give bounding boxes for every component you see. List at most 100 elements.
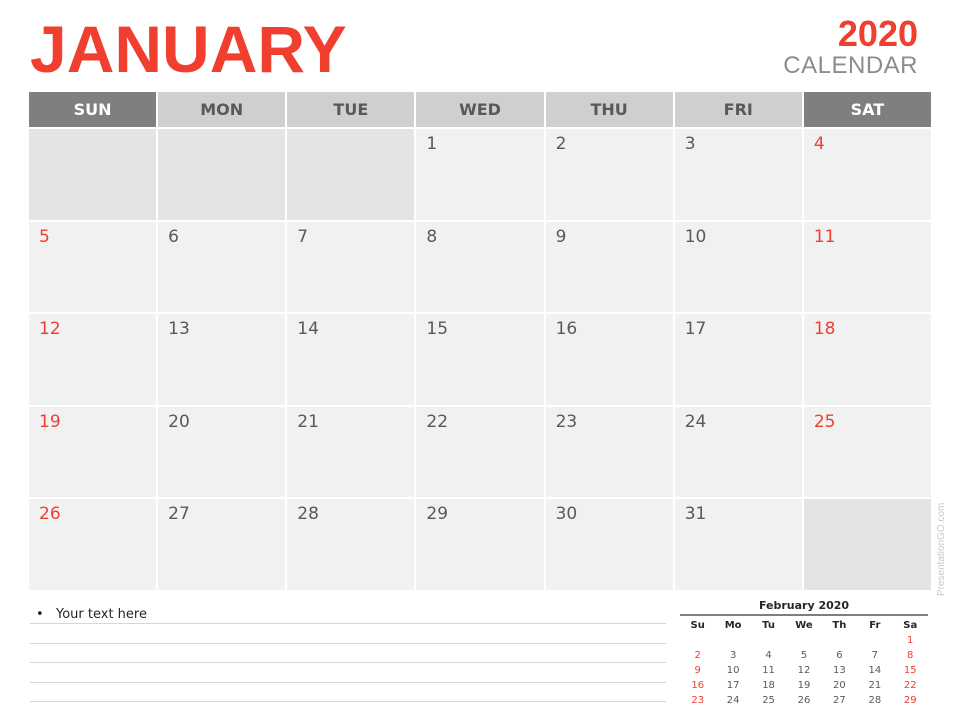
mini-day: 4: [765, 650, 772, 661]
day-number: 2: [555, 134, 567, 154]
day-cell[interactable]: 20: [158, 406, 288, 498]
mini-day: 8: [907, 650, 914, 661]
day-cell[interactable]: 10: [674, 221, 804, 313]
day-number: 19: [39, 411, 61, 432]
day-number: 31: [684, 504, 707, 525]
mini-day: 25: [762, 695, 775, 706]
mini-week-row: 1: [680, 633, 928, 648]
day-cell[interactable]: 31: [674, 499, 804, 590]
mini-day: 26: [797, 695, 811, 706]
day-cell[interactable]: 4: [803, 129, 931, 220]
mini-day: 24: [726, 695, 740, 706]
day-cell[interactable]: 25: [803, 406, 931, 498]
weekday-header-sat: SAT: [803, 92, 931, 127]
day-number: 26: [39, 504, 61, 525]
day-number: 17: [684, 319, 707, 340]
day-cell[interactable]: 3: [674, 129, 804, 220]
mini-week-row: 23 24 25 26 27 28 29: [680, 693, 928, 708]
week-row: 5 6 7 8 9 10 11: [29, 219, 931, 313]
day-cell[interactable]: 17: [674, 314, 804, 405]
mini-day: 21: [868, 680, 882, 691]
mini-day: 2: [694, 650, 701, 661]
mini-weekday: Sa: [903, 620, 918, 631]
day-cell[interactable]: 29: [416, 499, 546, 590]
mini-day: 14: [868, 665, 882, 676]
note-line[interactable]: [30, 644, 666, 663]
day-cell[interactable]: 27: [158, 499, 288, 590]
day-number: 3: [684, 134, 696, 154]
mini-calendar-february: February 2020 Su Mo Tu We Th Fr Sa 12345…: [680, 598, 928, 708]
day-cell[interactable]: 21: [287, 406, 417, 498]
mini-day: 17: [726, 680, 740, 691]
day-number: 25: [813, 411, 836, 432]
day-number: 6: [168, 226, 179, 247]
day-number: 5: [39, 226, 50, 247]
mini-empty-cell: [822, 633, 857, 648]
mini-empty-cell: [715, 633, 750, 648]
day-cell[interactable]: 16: [545, 314, 675, 405]
weekday-header-wed: WED: [416, 92, 546, 127]
day-number: 10: [684, 226, 707, 247]
mini-weeks-container: 1 2 3 4 5 6 7 8 9 10 11 12 13 14 15 16 17 18 19 20 21 22 23 24 2…: [680, 633, 928, 708]
note-line[interactable]: [30, 663, 666, 683]
mini-day: 7: [871, 650, 878, 661]
week-row: 1 2 3 4: [29, 127, 931, 220]
mini-day: 9: [694, 665, 701, 676]
day-number: 20: [168, 411, 190, 432]
mini-day: 16: [691, 680, 705, 691]
note-line[interactable]: [30, 624, 666, 644]
mini-empty-cell: [786, 633, 821, 648]
day-number: 30: [555, 504, 578, 525]
mini-week-row: 16 17 18 19 20 21 22: [680, 678, 928, 693]
day-cell[interactable]: 8: [416, 221, 546, 313]
mini-empty-cell: [751, 633, 786, 648]
weeks-container: 1 2 3 4 5 6 7 8 9 10 11 12 13 14 15 16 17 18 19 20 21 22 23 24 2…: [29, 127, 931, 590]
day-cell[interactable]: 24: [674, 406, 804, 498]
day-cell[interactable]: 15: [416, 314, 546, 405]
mini-day: 11: [762, 665, 775, 676]
day-number: 4: [813, 134, 825, 154]
mini-day: 5: [800, 650, 808, 661]
note-item[interactable]: • Your text here: [30, 607, 147, 622]
day-number: 23: [555, 411, 578, 432]
mini-day: 10: [726, 665, 740, 676]
day-cell[interactable]: 2: [545, 129, 675, 220]
month-grid: SUN MON TUE WED THU FRI SAT 1 2 3 4 5 6 7 8 9 10 1…: [29, 92, 931, 590]
day-cell[interactable]: 28: [287, 499, 417, 590]
day-cell[interactable]: 18: [803, 314, 931, 405]
day-number: 27: [168, 504, 190, 525]
day-number: 28: [297, 504, 319, 525]
day-cell[interactable]: 12: [29, 314, 159, 405]
day-number: 9: [555, 226, 567, 247]
day-cell[interactable]: 13: [158, 314, 288, 405]
note-line[interactable]: [30, 683, 666, 702]
day-cell[interactable]: 22: [416, 406, 546, 498]
mini-day: 20: [833, 680, 846, 691]
mini-weekday: Su: [690, 620, 705, 631]
day-cell[interactable]: 14: [287, 314, 417, 405]
mini-day: 27: [833, 695, 846, 706]
note-line[interactable]: • Your text here: [30, 600, 666, 624]
day-cell[interactable]: 19: [29, 406, 159, 498]
day-number: 21: [297, 411, 319, 432]
day-number: 15: [426, 319, 449, 340]
day-cell[interactable]: 11: [803, 221, 931, 313]
day-cell[interactable]: 7: [287, 221, 417, 313]
day-cell[interactable]: 1: [416, 129, 546, 220]
day-cell[interactable]: 6: [158, 221, 288, 313]
day-cell[interactable]: 9: [545, 221, 675, 313]
mini-day: 23: [691, 695, 705, 706]
mini-day: 29: [903, 695, 917, 706]
day-cell[interactable]: 23: [545, 406, 675, 498]
day-number: 22: [426, 411, 449, 432]
day-cell[interactable]: 5: [29, 221, 159, 313]
day-cell[interactable]: 30: [545, 499, 675, 590]
mini-empty-cell: [680, 633, 715, 648]
weekday-header-thu: THU: [545, 92, 675, 127]
day-cell[interactable]: 26: [29, 499, 159, 590]
day-number: 11: [813, 226, 836, 247]
day-number: 12: [39, 319, 61, 340]
day-number: 16: [555, 319, 578, 340]
mini-weekday: Tu: [762, 620, 775, 631]
day-number: 29: [426, 504, 449, 525]
